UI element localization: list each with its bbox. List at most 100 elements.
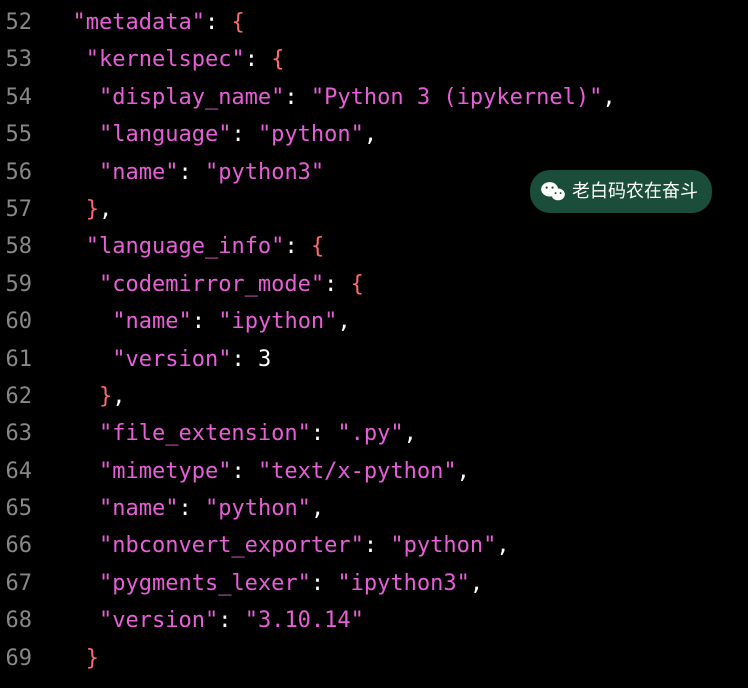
token-punct — [46, 309, 112, 334]
code-content: "language_info": { — [46, 228, 748, 265]
token-punct: , — [457, 459, 470, 484]
code-line: 52 "metadata": { — [0, 4, 748, 41]
code-line: 55 "language": "python", — [0, 116, 748, 153]
token-key: "version" — [99, 608, 218, 633]
token-string: "python" — [205, 496, 311, 521]
token-punct: , — [364, 122, 377, 147]
code-line: 66 "nbconvert_exporter": "python", — [0, 527, 748, 564]
token-punct — [46, 421, 99, 446]
code-line: 60 "name": "ipython", — [0, 303, 748, 340]
token-string: "python" — [390, 533, 496, 558]
token-punct: , — [337, 309, 350, 334]
token-brace: { — [351, 272, 364, 297]
token-punct: : — [205, 10, 232, 35]
token-key: "name" — [99, 496, 178, 521]
code-content: "mimetype": "text/x-python", — [46, 453, 748, 490]
code-content: "codemirror_mode": { — [46, 266, 748, 303]
code-line: 62 }, — [0, 378, 748, 415]
token-punct: : — [284, 85, 311, 110]
token-key: "file_extension" — [99, 421, 311, 446]
line-number: 62 — [0, 378, 46, 415]
line-number: 56 — [0, 154, 46, 191]
token-string: "Python 3 (ipykernel)" — [311, 85, 602, 110]
token-punct — [46, 347, 112, 372]
token-key: "nbconvert_exporter" — [99, 533, 364, 558]
token-punct — [46, 533, 99, 558]
token-punct: , — [602, 85, 615, 110]
token-key: "language_info" — [86, 234, 285, 259]
token-key: "version" — [112, 347, 231, 372]
token-string: "ipython" — [218, 309, 337, 334]
code-line: 58 "language_info": { — [0, 228, 748, 265]
line-number: 66 — [0, 527, 46, 564]
watermark-badge: 老白码农在奋斗 — [530, 170, 712, 213]
code-content: "kernelspec": { — [46, 41, 748, 78]
token-string: "python3" — [205, 160, 324, 185]
line-number: 69 — [0, 640, 46, 677]
token-punct: , — [496, 533, 509, 558]
token-key: "name" — [99, 160, 178, 185]
code-line: 59 "codemirror_mode": { — [0, 266, 748, 303]
line-number: 58 — [0, 228, 46, 265]
token-brace: } — [86, 646, 99, 671]
code-content: "file_extension": ".py", — [46, 415, 748, 452]
token-punct — [46, 608, 99, 633]
line-number: 55 — [0, 116, 46, 153]
line-number: 67 — [0, 565, 46, 602]
code-content: "nbconvert_exporter": "python", — [46, 527, 748, 564]
token-key: "mimetype" — [99, 459, 231, 484]
token-key: "metadata" — [73, 10, 205, 35]
token-punct: : — [311, 571, 338, 596]
token-brace: { — [311, 234, 324, 259]
code-content: "pygments_lexer": "ipython3", — [46, 565, 748, 602]
token-key: "language" — [99, 122, 231, 147]
code-line: 64 "mimetype": "text/x-python", — [0, 453, 748, 490]
token-punct — [46, 459, 99, 484]
line-number: 65 — [0, 490, 46, 527]
token-punct: : — [311, 421, 338, 446]
token-string: "text/x-python" — [258, 459, 457, 484]
token-key: "pygments_lexer" — [99, 571, 311, 596]
line-number: 59 — [0, 266, 46, 303]
code-line: 53 "kernelspec": { — [0, 41, 748, 78]
token-string: "ipython3" — [337, 571, 469, 596]
token-string: ".py" — [337, 421, 403, 446]
code-line: 54 "display_name": "Python 3 (ipykernel)… — [0, 79, 748, 116]
line-number: 63 — [0, 415, 46, 452]
code-line: 65 "name": "python", — [0, 490, 748, 527]
code-editor: 52 "metadata": {53 "kernelspec": {54 "di… — [0, 4, 748, 677]
token-key: "name" — [112, 309, 191, 334]
code-line: 69 } — [0, 640, 748, 677]
code-line: 61 "version": 3 — [0, 341, 748, 378]
token-punct: : — [231, 122, 258, 147]
token-punct — [46, 571, 99, 596]
token-punct — [46, 384, 99, 409]
token-punct — [46, 197, 86, 222]
token-key: "kernelspec" — [86, 47, 245, 72]
token-punct — [46, 85, 99, 110]
token-punct — [46, 646, 86, 671]
token-brace: { — [271, 47, 284, 72]
token-punct — [46, 122, 99, 147]
line-number: 60 — [0, 303, 46, 340]
token-punct: : — [218, 608, 245, 633]
token-brace: { — [231, 10, 244, 35]
token-punct — [46, 10, 73, 35]
code-content: } — [46, 640, 748, 677]
watermark-text: 老白码农在奋斗 — [572, 176, 698, 207]
wechat-icon — [540, 180, 566, 202]
code-content: "version": 3 — [46, 341, 748, 378]
token-punct — [46, 47, 86, 72]
code-content: }, — [46, 378, 748, 415]
token-punct — [46, 272, 99, 297]
token-punct: : — [178, 160, 205, 185]
code-line: 67 "pygments_lexer": "ipython3", — [0, 565, 748, 602]
code-content: "metadata": { — [46, 4, 748, 41]
code-line: 68 "version": "3.10.14" — [0, 602, 748, 639]
token-punct — [46, 234, 86, 259]
code-content: "name": "python", — [46, 490, 748, 527]
token-key: "display_name" — [99, 85, 284, 110]
token-string: "python" — [258, 122, 364, 147]
token-punct: : — [192, 309, 219, 334]
token-punct: : — [178, 496, 205, 521]
